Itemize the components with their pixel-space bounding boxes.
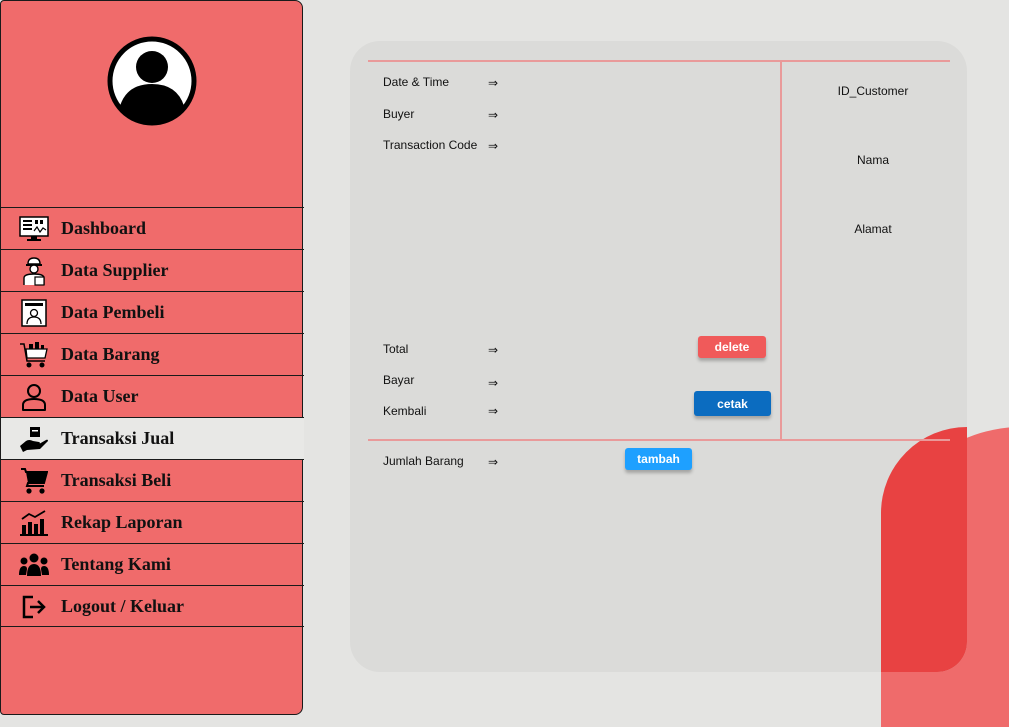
- sidebar-item-label: Data Supplier: [61, 260, 169, 280]
- sidebar-item-rekap-laporan[interactable]: Rekap Laporan: [1, 501, 304, 543]
- supplier-worker-icon: [19, 256, 49, 286]
- logout-icon: [19, 592, 49, 622]
- label-bayar: Bayar: [383, 373, 415, 387]
- sidebar-item-label: Data User: [61, 386, 139, 406]
- shopping-cart-goods-icon: [19, 340, 49, 370]
- arrow-icon: ⇒: [488, 455, 499, 469]
- cetak-button[interactable]: cetak: [694, 391, 771, 416]
- sidebar-item-label: Rekap Laporan: [61, 512, 183, 532]
- arrow-icon: ⇒: [488, 404, 499, 418]
- dashboard-monitor-icon: [19, 214, 49, 244]
- sidebar-item-data-pembeli[interactable]: Data Pembeli: [1, 291, 304, 333]
- user-outline-icon: [19, 382, 49, 412]
- sidebar-item-label: Transaksi Jual: [61, 428, 175, 448]
- label-transaction-code: Transaction Code: [383, 138, 478, 152]
- arrow-icon: ⇒: [488, 343, 499, 357]
- sidebar-item-label: Dashboard: [61, 218, 147, 238]
- label-kembali: Kembali: [383, 404, 427, 418]
- label-total: Total: [383, 342, 409, 356]
- sidebar-menu: Dashboard Data Supplier Data Pembeli Dat…: [1, 207, 304, 627]
- arrow-icon: ⇒: [488, 139, 499, 153]
- delete-button[interactable]: delete: [698, 336, 766, 358]
- sidebar-item-data-barang[interactable]: Data Barang: [1, 333, 304, 375]
- label-jumlah-barang: Jumlah Barang: [383, 454, 464, 468]
- label-nama: Nama: [856, 153, 889, 167]
- sidebar-item-label: Data Barang: [61, 344, 160, 364]
- buyer-profile-icon: [19, 298, 49, 328]
- tambah-button[interactable]: tambah: [625, 448, 692, 470]
- team-icon: [19, 550, 49, 580]
- sidebar-item-dashboard[interactable]: Dashboard: [1, 207, 304, 249]
- sidebar-item-logout[interactable]: Logout / Keluar: [1, 585, 304, 627]
- sidebar-item-data-supplier[interactable]: Data Supplier: [1, 249, 304, 291]
- sidebar-item-label: Data Pembeli: [61, 302, 165, 322]
- sidebar: Dashboard Data Supplier Data Pembeli Dat…: [0, 0, 304, 715]
- sidebar-item-label: Transaksi Beli: [61, 470, 172, 490]
- divider-bottom: [368, 439, 950, 441]
- divider-vertical: [780, 62, 782, 440]
- label-date-time: Date & Time: [383, 75, 450, 89]
- divider-top: [368, 60, 950, 62]
- sidebar-item-tentang-kami[interactable]: Tentang Kami: [1, 543, 304, 585]
- sidebar-item-label: Tentang Kami: [61, 554, 171, 574]
- report-chart-icon: [19, 508, 49, 538]
- cart-icon: [19, 466, 49, 496]
- sidebar-item-label: Logout / Keluar: [61, 595, 185, 616]
- arrow-icon: ⇒: [488, 76, 499, 90]
- label-buyer: Buyer: [383, 107, 415, 121]
- avatar-icon[interactable]: [107, 36, 197, 126]
- label-id-customer: ID_Customer: [837, 84, 909, 98]
- hand-box-icon: [19, 424, 49, 454]
- sidebar-item-transaksi-beli[interactable]: Transaksi Beli: [1, 459, 304, 501]
- arrow-icon: ⇒: [488, 376, 499, 390]
- transaction-card: [350, 41, 967, 672]
- sidebar-item-transaksi-jual[interactable]: Transaksi Jual: [1, 417, 304, 459]
- arrow-icon: ⇒: [488, 108, 499, 122]
- label-alamat: Alamat: [854, 222, 892, 236]
- sidebar-item-data-user[interactable]: Data User: [1, 375, 304, 417]
